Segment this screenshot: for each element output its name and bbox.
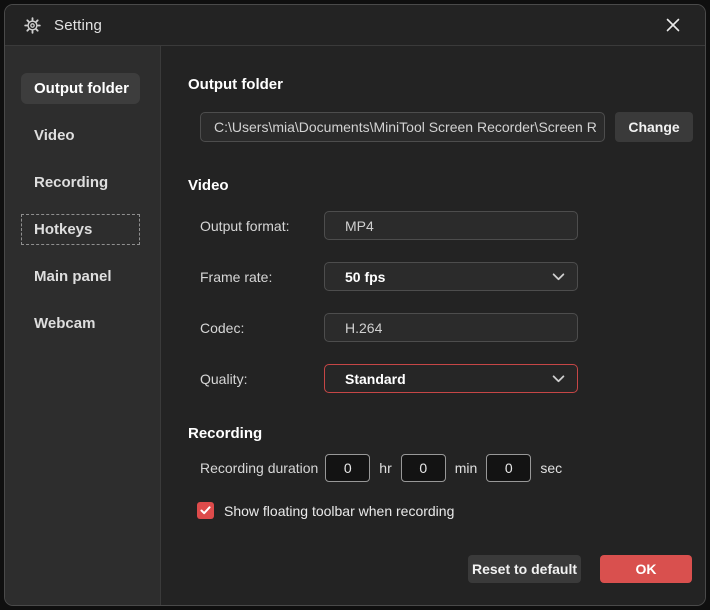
duration-hours-input[interactable] bbox=[325, 454, 371, 482]
quality-label: Quality: bbox=[200, 370, 248, 387]
frame-rate-value: 50 fps bbox=[345, 268, 386, 285]
sidebar-item-hotkeys[interactable]: Hotkeys bbox=[21, 214, 140, 245]
output-folder-heading: Output folder bbox=[188, 76, 283, 93]
codec-input[interactable] bbox=[345, 319, 565, 336]
title-bar: Setting bbox=[5, 5, 705, 46]
frame-rate-row: Frame rate: 50 fps bbox=[200, 262, 693, 291]
seconds-unit-label: sec bbox=[540, 460, 563, 476]
quality-row: Quality: Standard bbox=[200, 364, 693, 393]
sidebar-item-output-folder[interactable]: Output folder bbox=[21, 73, 140, 104]
chevron-down-icon bbox=[552, 374, 565, 383]
recording-heading: Recording bbox=[188, 425, 263, 442]
output-format-field bbox=[324, 211, 578, 240]
output-format-input[interactable] bbox=[345, 217, 565, 234]
codec-field bbox=[324, 313, 578, 342]
gear-icon bbox=[24, 16, 41, 34]
output-path-input[interactable] bbox=[200, 112, 605, 142]
close-icon bbox=[666, 18, 680, 32]
output-format-row: Output format: bbox=[200, 211, 693, 240]
codec-label: Codec: bbox=[200, 319, 245, 336]
footer-actions: Reset to default OK bbox=[468, 555, 692, 583]
window-title: Setting bbox=[54, 16, 103, 34]
minutes-unit-label: min bbox=[454, 460, 478, 476]
close-button[interactable] bbox=[661, 13, 685, 37]
sidebar-item-video[interactable]: Video bbox=[21, 120, 140, 151]
recording-duration-label: Recording duration bbox=[200, 460, 319, 476]
duration-minutes-input[interactable] bbox=[400, 454, 446, 482]
quality-value: Standard bbox=[345, 370, 406, 387]
output-path-row: Change bbox=[200, 112, 693, 142]
frame-rate-dropdown[interactable]: 50 fps bbox=[324, 262, 578, 291]
codec-row: Codec: bbox=[200, 313, 693, 342]
settings-content: Output folder Change Video Output format… bbox=[161, 46, 705, 605]
change-folder-button[interactable]: Change bbox=[615, 112, 693, 142]
sidebar-item-main-panel[interactable]: Main panel bbox=[21, 261, 140, 292]
ok-button[interactable]: OK bbox=[600, 555, 692, 583]
frame-rate-label: Frame rate: bbox=[200, 268, 273, 285]
sidebar: Output folder Video Recording Hotkeys Ma… bbox=[5, 46, 161, 605]
output-format-label: Output format: bbox=[200, 217, 290, 234]
floating-toolbar-checkbox[interactable] bbox=[197, 502, 214, 519]
sidebar-item-recording[interactable]: Recording bbox=[21, 167, 140, 198]
duration-seconds-input[interactable] bbox=[486, 454, 532, 482]
checkmark-icon bbox=[200, 506, 211, 515]
chevron-down-icon bbox=[552, 272, 565, 281]
reset-to-default-button[interactable]: Reset to default bbox=[468, 555, 581, 583]
floating-toolbar-option: Show floating toolbar when recording bbox=[197, 502, 693, 519]
hours-unit-label: hr bbox=[379, 460, 392, 476]
quality-dropdown[interactable]: Standard bbox=[324, 364, 578, 393]
sidebar-item-webcam[interactable]: Webcam bbox=[21, 308, 140, 339]
video-heading: Video bbox=[188, 177, 229, 194]
recording-duration-row: Recording duration hr min sec bbox=[200, 454, 693, 482]
settings-dialog: Setting Output folder Video Recording Ho… bbox=[4, 4, 706, 606]
floating-toolbar-label: Show floating toolbar when recording bbox=[224, 502, 455, 519]
